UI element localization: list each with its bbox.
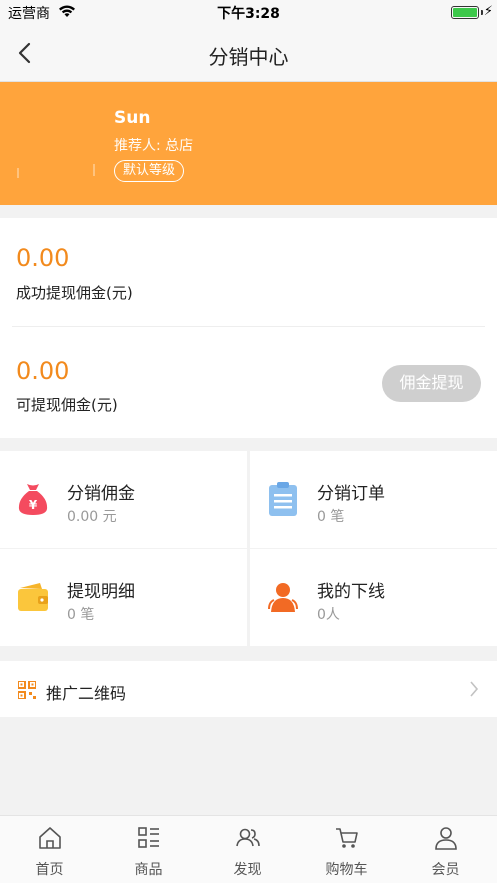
tab-label: 发现 xyxy=(233,862,262,878)
wallet-icon xyxy=(18,583,48,611)
tab-label: 会员 xyxy=(431,862,460,878)
qr-code-row[interactable]: 推广二维码 xyxy=(0,661,497,717)
grid-item-title: 分销佣金 xyxy=(67,484,135,504)
grid-item-downline[interactable]: 我的下线 0人 xyxy=(250,549,497,646)
grid-item-sub: 0 笔 xyxy=(67,607,95,623)
qr-code-label: 推广二维码 xyxy=(46,684,127,703)
tab-products[interactable]: 商品 xyxy=(99,816,198,883)
tab-bar: 首页 商品 发现 购物车 会员 xyxy=(0,815,497,883)
page-title: 分销中心 xyxy=(208,45,289,69)
avatar[interactable] xyxy=(16,108,96,178)
tab-cart[interactable]: 购物车 xyxy=(297,816,396,883)
tab-label: 购物车 xyxy=(325,862,368,878)
commission-summary: 0.00 成功提现佣金(元) 0.00 可提现佣金(元) 佣金提现 xyxy=(0,218,497,438)
tab-label: 商品 xyxy=(134,862,163,878)
grid-item-orders[interactable]: 分销订单 0 笔 xyxy=(250,451,497,548)
user-name: Sun xyxy=(114,108,151,128)
status-time: 下午3:28 xyxy=(217,6,280,22)
divider xyxy=(12,326,485,327)
battery-icon xyxy=(451,6,479,19)
grid-item-commission[interactable]: ¥ 分销佣金 0.00 元 xyxy=(0,451,247,548)
svg-text:¥: ¥ xyxy=(29,498,38,512)
clipboard-icon xyxy=(269,482,297,516)
tab-member[interactable]: 会员 xyxy=(396,816,495,883)
team-icon xyxy=(268,583,298,612)
grid-item-sub: 0 笔 xyxy=(317,509,345,525)
withdrawn-label: 成功提现佣金(元) xyxy=(16,284,133,302)
grid-item-title: 分销订单 xyxy=(317,484,385,504)
money-bag-icon: ¥ xyxy=(18,484,48,515)
list-icon xyxy=(138,827,159,848)
charging-icon: ⚡ xyxy=(483,4,493,19)
withdraw-button[interactable]: 佣金提现 xyxy=(382,365,481,402)
profile-header: Sun 推荐人: 总店 默认等级 xyxy=(0,82,497,205)
nav-bar: 分销中心 xyxy=(0,24,497,82)
available-label: 可提现佣金(元) xyxy=(16,396,118,414)
people-icon xyxy=(236,828,260,847)
referrer-label: 推荐人: 总店 xyxy=(114,138,194,154)
tab-home[interactable]: 首页 xyxy=(0,816,99,883)
qr-code-icon xyxy=(18,681,36,699)
grid-item-sub: 0人 xyxy=(317,607,340,623)
withdrawn-amount: 0.00 xyxy=(16,244,70,272)
grid-item-title: 我的下线 xyxy=(317,582,385,602)
home-icon xyxy=(39,827,61,849)
cart-icon xyxy=(336,828,358,848)
status-bar: 运营商 下午3:28 ⚡ xyxy=(0,0,497,24)
grid-item-title: 提现明细 xyxy=(67,582,135,602)
battery-tip xyxy=(481,10,483,15)
chevron-right-icon xyxy=(470,681,479,697)
grid-item-sub: 0.00 元 xyxy=(67,509,117,525)
function-grid: ¥ 分销佣金 0.00 元 分销订单 0 笔 提现明细 0 笔 我的下线 0人 xyxy=(0,451,497,646)
available-amount: 0.00 xyxy=(16,357,70,385)
level-badge: 默认等级 xyxy=(114,160,185,182)
tab-label: 首页 xyxy=(35,862,64,878)
tab-discover[interactable]: 发现 xyxy=(198,816,297,883)
grid-item-withdraw-detail[interactable]: 提现明细 0 笔 xyxy=(0,549,247,646)
user-icon xyxy=(435,827,457,850)
